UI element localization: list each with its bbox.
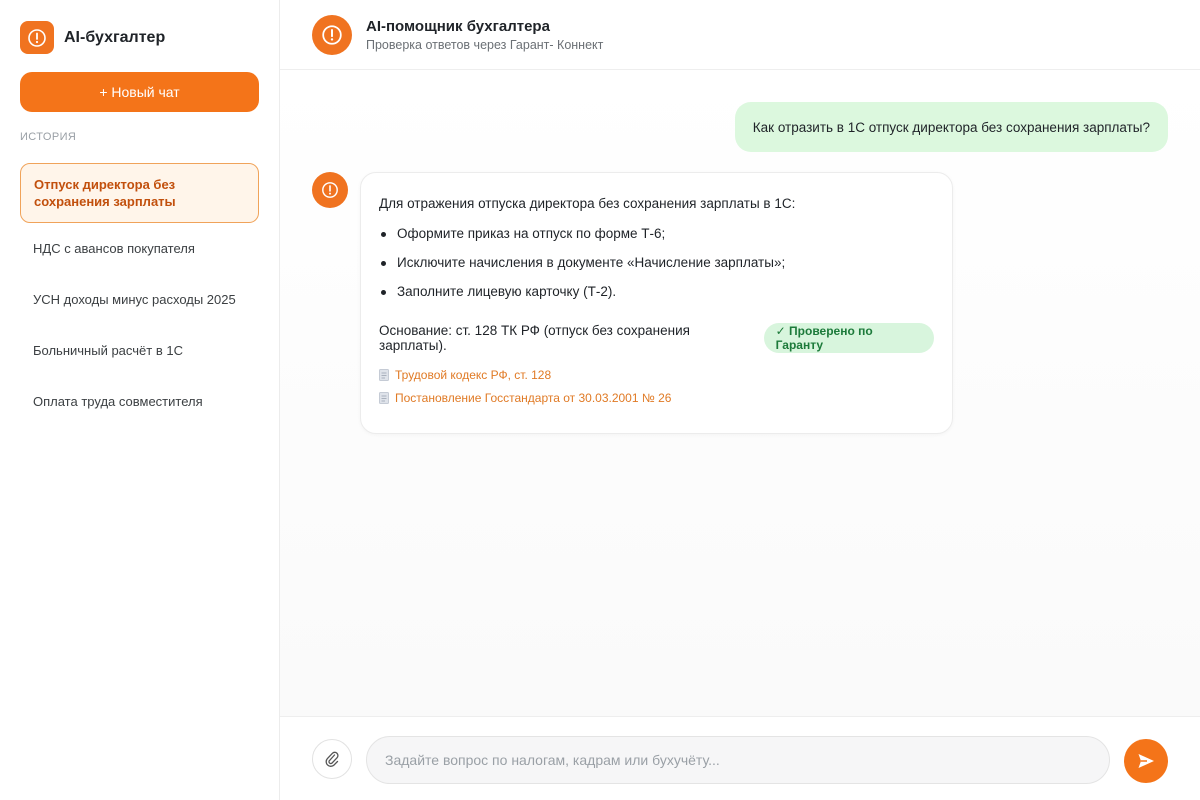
user-message: Как отразить в 1С отпуск директора без с…: [734, 102, 1168, 152]
history-list: Отпуск директора без сохранения зарплаты…: [20, 163, 259, 427]
question-input-wrapper: [366, 736, 1110, 784]
bot-intro: Для отражения отпуска директора без сохр…: [379, 196, 796, 211]
source-link-labor-code[interactable]: Трудовой кодекс РФ, ст. 128: [379, 368, 934, 382]
history-item-vat-advances[interactable]: НДС с авансов покупателя: [20, 223, 259, 274]
history-item-label: Больничный расчёт в 1С: [33, 343, 183, 358]
history-item-usn-2025[interactable]: УСН доходы минус расходы 2025: [20, 274, 259, 325]
assistant-alert-icon: [312, 15, 352, 55]
source-link-gosstandart[interactable]: Постановление Госстандарта от 30.03.2001…: [379, 391, 934, 405]
list-item: Оформите приказ на отпуск по форме Т-6;: [379, 225, 934, 243]
history-item-label: НДС с авансов покупателя: [33, 241, 195, 256]
sidebar: AI-бухгалтер + Новый чат ИСТОРИЯ Отпуск …: [0, 0, 280, 800]
send-icon: [1138, 754, 1154, 768]
bot-steps-list: Оформите приказ на отпуск по форме Т-6; …: [379, 225, 934, 301]
document-icon: [379, 369, 389, 381]
history-item-label: Отпуск директора без сохранения зарплаты: [34, 177, 176, 209]
basis-row: Основание: ст. 128 ТК РФ (отпуск без сох…: [379, 323, 934, 353]
alert-circle-icon: [20, 21, 54, 54]
verified-badge: ✓ Проверено по Гаранту: [763, 323, 934, 353]
question-input[interactable]: [367, 737, 1109, 783]
app-name: AI-бухгалтер: [64, 28, 166, 46]
attach-button[interactable]: [312, 739, 352, 779]
user-message-text: Как отразить в 1С отпуск директора без с…: [752, 119, 1150, 135]
history-item-director-leave[interactable]: Отпуск директора без сохранения зарплаты: [20, 163, 259, 223]
basis-text: Основание: ст. 128 ТК РФ (отпуск без сох…: [379, 323, 690, 353]
page-title: AI-помощник бухгалтера: [366, 18, 550, 35]
history-item-part-time-pay[interactable]: Оплата труда совместителя: [20, 376, 259, 427]
document-icon: [379, 392, 389, 404]
page-subtitle: Проверка ответов через Гарант- Коннект: [366, 38, 604, 52]
chat-header: AI-помощник бухгалтера Проверка ответов …: [280, 0, 1200, 70]
paperclip-icon: [325, 751, 339, 767]
chat-area: Как отразить в 1С отпуск директора без с…: [280, 70, 1200, 716]
source-link-label: Постановление Госстандарта от 30.03.2001…: [395, 391, 672, 405]
bot-avatar-icon: [312, 172, 348, 208]
bot-message: Для отражения отпуска директора без сохр…: [360, 172, 953, 434]
new-chat-button[interactable]: + Новый чат: [20, 72, 259, 112]
history-item-label: УСН доходы минус расходы 2025: [33, 292, 236, 307]
history-item-sick-leave[interactable]: Больничный расчёт в 1С: [20, 325, 259, 376]
list-item: Заполните лицевую карточку (Т-2).: [379, 283, 934, 301]
send-button[interactable]: [1124, 739, 1168, 783]
composer: [280, 716, 1200, 800]
list-item: Исключите начисления в документе «Начисл…: [379, 254, 934, 272]
history-item-label: Оплата труда совместителя: [33, 394, 203, 409]
history-heading: ИСТОРИЯ: [20, 131, 77, 143]
source-link-label: Трудовой кодекс РФ, ст. 128: [395, 368, 552, 382]
brand: AI-бухгалтер: [20, 21, 165, 54]
